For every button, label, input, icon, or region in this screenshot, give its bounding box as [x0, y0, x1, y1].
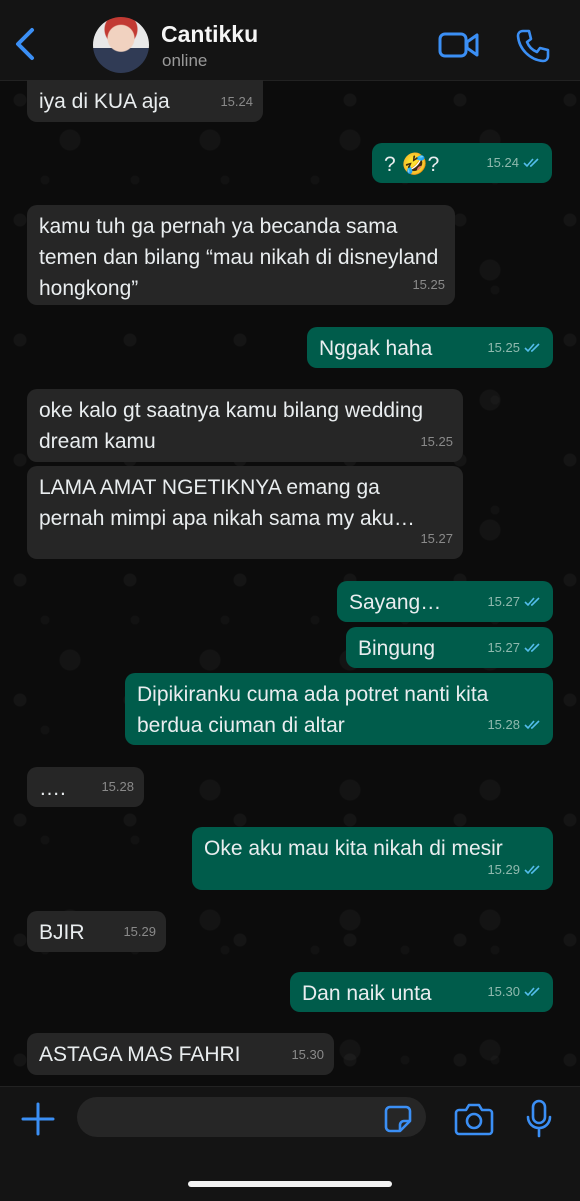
- message-time: 15.25: [420, 434, 453, 449]
- read-receipt-icon: [524, 643, 540, 653]
- message-text: kamu tuh ga pernah ya becanda sama temen…: [39, 215, 439, 300]
- message-text: ? 🤣?: [384, 153, 440, 176]
- read-receipt-icon: [524, 597, 540, 607]
- message-text: Nggak haha: [319, 337, 433, 360]
- message-text: Dipikiranku cuma ada potret nanti kita b…: [137, 683, 489, 737]
- message-bubble-incoming[interactable]: BJIR 15.29: [27, 911, 166, 952]
- read-receipt-icon: [524, 720, 540, 730]
- message-bubble-outgoing[interactable]: Nggak haha 15.25: [307, 327, 553, 368]
- read-receipt-icon: [524, 865, 540, 875]
- message-bubble-incoming[interactable]: oke kalo gt saatnya kamu bilang wedding …: [27, 389, 463, 462]
- message-text: Oke aku mau kita nikah di mesir: [204, 837, 503, 860]
- read-receipt-icon: [524, 343, 540, 353]
- message-time: 15.30: [291, 1047, 324, 1062]
- message-text: oke kalo gt saatnya kamu bilang wedding …: [39, 399, 424, 453]
- message-input[interactable]: [77, 1097, 426, 1137]
- message-bubble-outgoing[interactable]: Sayang… 15.27: [337, 581, 553, 622]
- message-text: ….: [39, 777, 66, 800]
- home-indicator[interactable]: [188, 1181, 392, 1187]
- message-bubble-incoming[interactable]: LAMA AMAT NGETIKNYA emang ga pernah mimp…: [27, 466, 463, 559]
- back-button[interactable]: [8, 24, 42, 64]
- message-text: Bingung: [358, 637, 436, 660]
- plus-icon: [21, 1102, 55, 1136]
- message-time: 15.29: [487, 862, 520, 877]
- message-time: 15.27: [420, 531, 453, 546]
- read-receipt-icon: [523, 158, 539, 168]
- contact-name[interactable]: Cantikku: [161, 21, 258, 48]
- message-time: 15.28: [487, 717, 520, 732]
- message-time: 15.24: [220, 94, 253, 109]
- phone-icon: [516, 29, 550, 63]
- message-time: 15.27: [487, 640, 520, 655]
- camera-icon: [454, 1103, 494, 1136]
- message-time: 15.27: [487, 594, 520, 609]
- message-text: Sayang…: [349, 591, 442, 614]
- chevron-left-icon: [16, 28, 34, 60]
- message-time: 15.24: [486, 155, 519, 170]
- chat-header: Cantikku online: [0, 0, 580, 81]
- voice-call-button[interactable]: [515, 28, 551, 64]
- camera-button[interactable]: [454, 1101, 494, 1137]
- message-bubble-outgoing[interactable]: Dan naik unta 15.30: [290, 972, 553, 1012]
- microphone-icon: [526, 1099, 552, 1138]
- contact-status: online: [162, 51, 208, 70]
- microphone-button[interactable]: [525, 1099, 553, 1139]
- message-text: LAMA AMAT NGETIKNYA emang ga pernah mimp…: [39, 476, 415, 530]
- message-time: 15.28: [101, 779, 134, 794]
- message-text: BJIR: [39, 921, 85, 944]
- message-bubble-incoming[interactable]: iya di KUA aja 15.24: [27, 80, 263, 122]
- read-receipt-icon: [524, 987, 540, 997]
- message-bubble-outgoing[interactable]: ? 🤣? 15.24: [372, 143, 552, 183]
- message-bubble-incoming[interactable]: …. 15.28: [27, 767, 144, 807]
- video-call-button[interactable]: [438, 30, 480, 60]
- message-text: ASTAGA MAS FAHRI: [39, 1043, 241, 1066]
- message-bubble-incoming[interactable]: kamu tuh ga pernah ya becanda sama temen…: [27, 205, 455, 305]
- message-bubble-outgoing[interactable]: Bingung 15.27: [346, 627, 553, 668]
- message-bubble-outgoing[interactable]: Dipikiranku cuma ada potret nanti kita b…: [125, 673, 553, 745]
- message-bubble-incoming[interactable]: ASTAGA MAS FAHRI 15.30: [27, 1033, 334, 1075]
- message-time: 15.25: [412, 277, 445, 292]
- message-time: 15.29: [123, 924, 156, 939]
- sticker-button[interactable]: [383, 1104, 413, 1134]
- message-bubble-outgoing[interactable]: Oke aku mau kita nikah di mesir 15.29: [192, 827, 553, 890]
- message-time: 15.30: [487, 984, 520, 999]
- message-text: Dan naik unta: [302, 982, 432, 1005]
- message-time: 15.25: [487, 340, 520, 355]
- video-camera-icon: [438, 32, 479, 58]
- sticker-icon: [384, 1105, 412, 1133]
- avatar[interactable]: [93, 17, 149, 73]
- attach-button[interactable]: [20, 1101, 56, 1137]
- message-text: iya di KUA aja: [39, 90, 170, 113]
